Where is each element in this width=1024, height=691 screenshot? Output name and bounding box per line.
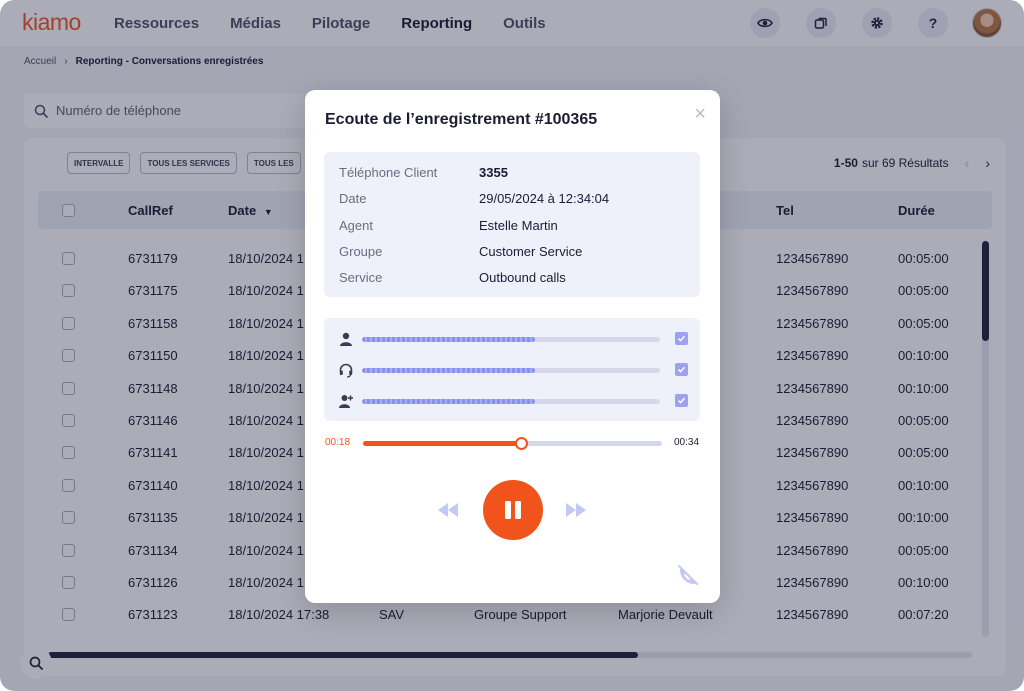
total-time: 00:34 xyxy=(674,437,700,448)
track-checkbox[interactable] xyxy=(675,363,688,376)
info-key: Groupe xyxy=(339,244,383,259)
playback-progress-fill xyxy=(363,441,522,446)
recording-info: Téléphone Client 3355 Date 29/05/2024 à 12… xyxy=(324,152,700,297)
info-value: Outbound calls xyxy=(479,270,566,285)
fast-forward-icon[interactable] xyxy=(564,500,588,520)
info-key: Date xyxy=(339,191,367,206)
mute-icon[interactable] xyxy=(676,564,700,586)
info-row-agent: Agent Estelle Martin xyxy=(339,218,558,233)
info-row-service: Service Outbound calls xyxy=(339,270,566,285)
rewind-icon[interactable] xyxy=(436,500,460,520)
track-level-fill xyxy=(362,399,535,404)
track-level-fill xyxy=(362,337,535,342)
audio-tracks xyxy=(324,318,700,421)
pause-button[interactable] xyxy=(483,480,543,540)
track-level-bar xyxy=(362,368,660,373)
user-add-icon xyxy=(339,395,353,408)
track-client xyxy=(338,332,688,346)
track-agent xyxy=(338,363,688,378)
playback-controls xyxy=(305,480,720,540)
info-row-phone: Téléphone Client 3355 xyxy=(339,165,508,180)
close-icon[interactable]: × xyxy=(694,103,706,126)
track-transfer xyxy=(338,394,688,408)
modal-title: Ecoute de l’enregistrement #100365 xyxy=(325,111,598,128)
info-row-groupe: Groupe Customer Service xyxy=(339,244,582,259)
info-value: 3355 xyxy=(479,165,508,180)
info-value: Customer Service xyxy=(479,244,583,259)
track-level-fill xyxy=(362,368,535,373)
info-key: Agent xyxy=(339,218,373,233)
headset-icon xyxy=(339,363,353,378)
playback-progress[interactable] xyxy=(363,437,662,450)
info-value: Estelle Martin xyxy=(479,218,558,233)
track-level-bar xyxy=(362,337,660,342)
track-checkbox[interactable] xyxy=(675,332,688,345)
playback-seek-handle[interactable] xyxy=(514,437,528,450)
info-row-date: Date 29/05/2024 à 12:34:04 xyxy=(339,191,609,206)
app-window: kiamo Ressources Médias Pilotage Reporti… xyxy=(0,0,1024,691)
track-level-bar xyxy=(362,399,660,404)
info-key: Service xyxy=(339,270,383,285)
info-value: 29/05/2024 à 12:34:04 xyxy=(479,191,610,206)
info-key: Téléphone Client xyxy=(339,165,438,180)
pause-icon xyxy=(505,501,521,519)
elapsed-time: 00:18 xyxy=(325,437,351,448)
track-checkbox[interactable] xyxy=(675,394,688,407)
user-icon xyxy=(340,332,352,346)
recording-player-modal: Ecoute de l’enregistrement #100365 × Tél… xyxy=(305,90,720,603)
